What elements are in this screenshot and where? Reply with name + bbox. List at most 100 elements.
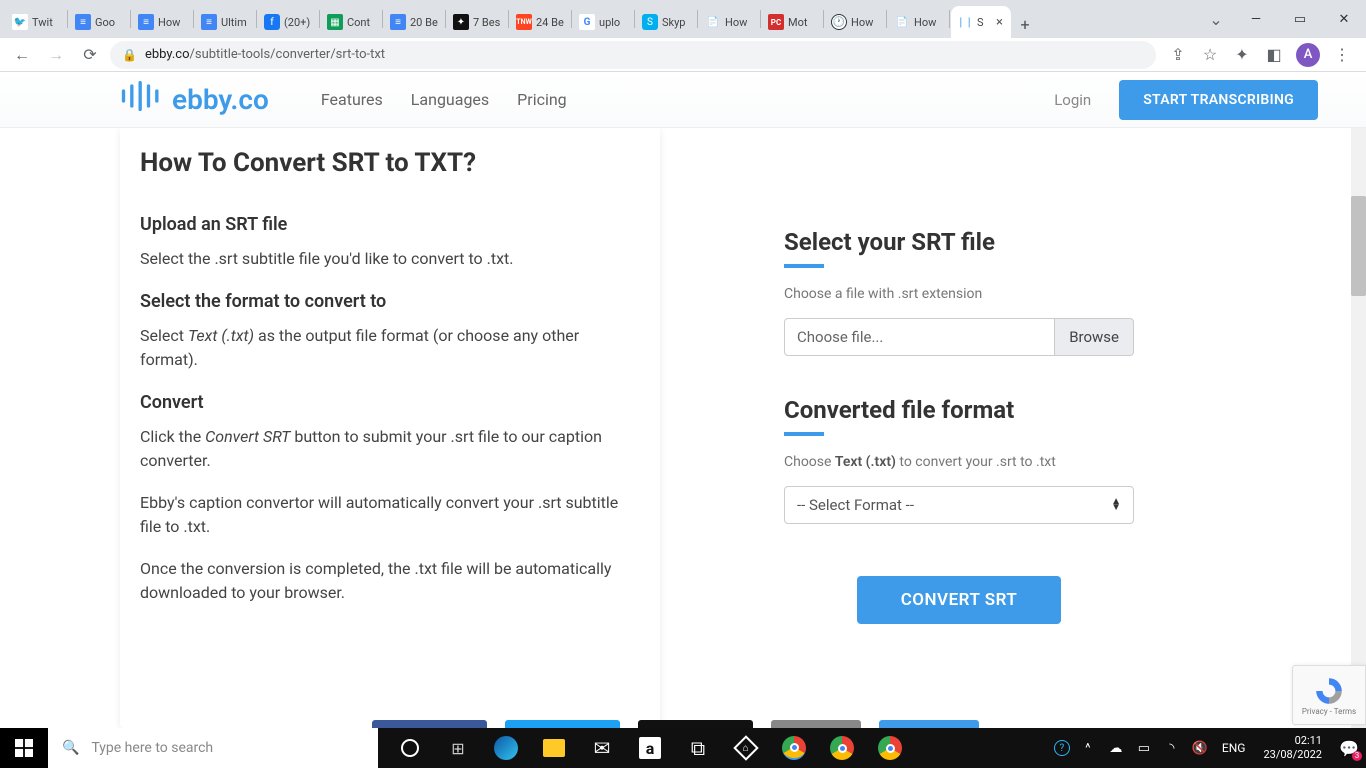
taskbar-search[interactable]: 🔍 Type here to search [48,728,378,768]
format-heading: Converted file format [784,396,1134,424]
browser-tab[interactable]: f(20+) [258,6,318,38]
tray-battery-icon[interactable]: ▭ [1134,738,1154,758]
maximize-button[interactable]: ▭ [1278,0,1322,38]
reload-button[interactable]: ⟳ [76,41,104,69]
profile-avatar[interactable]: A [1296,43,1320,67]
start-button[interactable] [0,728,48,768]
file-input[interactable]: Choose file... [784,318,1055,356]
browser-tab[interactable]: ❘❘S× [951,6,1011,38]
format-select[interactable]: -- Select Format -- ▲▼ [784,486,1134,524]
browser-tab[interactable]: SSkyp [636,6,696,38]
step-3-text-1: Click the Convert SRT button to submit y… [140,425,632,473]
tray-volume-icon[interactable]: 🔇 [1190,738,1210,758]
pcmag-icon: PC [768,14,784,30]
task-cortana[interactable] [386,728,434,768]
browser-tab[interactable]: 🐦Twit [6,6,66,38]
tab-title: S [977,16,990,29]
ebby-logo-icon [120,81,162,118]
start-transcribing-button[interactable]: START TRANSCRIBING [1119,80,1318,120]
system-tray: ? ^ ☁ ▭ ◝ 🔇 ENG 02:11 23/08/2022 💬 [1054,728,1366,768]
browser-tab[interactable]: 🕐How [825,6,885,38]
tab-title: How [851,16,879,29]
task-chrome-1[interactable] [770,728,818,768]
doc-icon: 📄 [705,14,721,30]
tab-close-icon[interactable]: × [994,15,1005,30]
gdocs-icon: ≡ [138,14,154,30]
browser-tab[interactable]: ▦Cont [321,6,381,38]
nav-languages[interactable]: Languages [411,90,489,109]
share-facebook[interactable] [372,720,487,728]
back-button[interactable]: ← [8,41,36,69]
browser-tab[interactable]: PC Mot [762,6,822,38]
share-x[interactable] [638,720,753,728]
google-icon: G [579,14,595,30]
tab-title: 7 Bes [473,16,501,29]
task-dropbox[interactable]: ⧉ [674,728,722,768]
convert-srt-button[interactable]: CONVERT SRT [857,576,1062,624]
tab-dropdown-icon[interactable]: ⌄ [1198,10,1234,29]
login-link[interactable]: Login [1054,91,1091,109]
tab-title: (20+) [284,16,312,29]
browser-tab[interactable]: ≡How [132,6,192,38]
browser-tab[interactable]: 📄How [699,6,759,38]
heading-underline-2 [784,432,824,436]
browser-tab-strip: 🐦Twit≡Goo≡How≡Ultimf(20+)▦Cont≡20 Be✦7 B… [0,0,1366,38]
browse-button[interactable]: Browse [1055,318,1134,356]
share-more[interactable] [879,720,979,728]
logo-text: ebby.co [172,83,269,116]
tray-onedrive-icon[interactable]: ☁ [1106,738,1126,758]
page-title: How To Convert SRT to TXT? [140,148,632,178]
nav-features[interactable]: Features [321,90,383,109]
black-icon: ✦ [453,14,469,30]
task-amazon[interactable]: a [626,728,674,768]
page-viewport: ▲ ▼ ebby.co Features Languages Pricing L… [0,72,1366,728]
select-file-subtext: Choose a file with .srt extension [784,286,1134,302]
tray-chevron-up-icon[interactable]: ^ [1078,738,1098,758]
tab-title: Ultim [221,16,249,29]
browser-tab[interactable]: ≡Ultim [195,6,255,38]
search-placeholder: Type here to search [91,740,213,756]
task-explorer[interactable] [530,728,578,768]
task-mail[interactable]: ✉ [578,728,626,768]
nav-pricing[interactable]: Pricing [517,90,567,109]
minimize-button[interactable]: — [1234,0,1278,38]
forward-button[interactable]: → [42,41,70,69]
site-logo[interactable]: ebby.co [120,81,269,118]
browser-tab[interactable]: 📄How [888,6,948,38]
close-window-button[interactable]: ✕ [1322,0,1366,38]
file-input-row: Choose file... Browse [784,318,1134,356]
browser-tab[interactable]: Guplo [573,6,633,38]
kebab-menu-icon[interactable]: ⋮ [1332,45,1352,65]
share-twitter[interactable] [505,720,620,728]
step-3-heading: Convert [140,392,632,413]
browser-tab[interactable]: TNW24 Be [510,6,570,38]
twitter-icon: 🐦 [12,14,28,30]
task-chrome-3[interactable] [866,728,914,768]
tray-clock[interactable]: 02:11 23/08/2022 [1257,734,1328,763]
browser-tab[interactable]: ✦ 7 Bes [447,6,507,38]
task-app[interactable]: ⌂ [722,728,770,768]
tray-notifications-icon[interactable]: 💬 [1336,728,1362,768]
url-input[interactable]: 🔒 ebby.co/subtitle-tools/converter/srt-t… [110,41,1156,69]
browser-tab[interactable]: ≡Goo [69,6,129,38]
tray-language[interactable]: ENG [1218,741,1250,755]
step-3-text-2: Ebby's caption convertor will automatica… [140,491,632,539]
share-icon[interactable]: ⇪ [1168,45,1188,65]
task-view[interactable]: ⊞ [434,728,482,768]
extensions-icon[interactable]: ✦ [1232,45,1252,65]
tab-title: 24 Be [536,16,564,29]
step-1-text: Select the .srt subtitle file you'd like… [140,247,632,271]
task-chrome-2[interactable] [818,728,866,768]
browser-tab[interactable]: ≡20 Be [384,6,444,38]
tab-title: Mot [788,16,816,29]
new-tab-button[interactable]: + [1011,10,1039,38]
gdocs-icon: ≡ [390,14,406,30]
tray-wifi-icon[interactable]: ◝ [1162,738,1182,758]
tray-help-icon[interactable]: ? [1054,740,1070,756]
sidepanel-icon[interactable]: ◧ [1264,45,1284,65]
recaptcha-badge[interactable]: Privacy - Terms [1292,665,1366,725]
share-email[interactable] [771,720,861,728]
task-edge[interactable] [482,728,530,768]
bookmark-star-icon[interactable]: ☆ [1200,45,1220,65]
recaptcha-icon [1313,675,1345,707]
